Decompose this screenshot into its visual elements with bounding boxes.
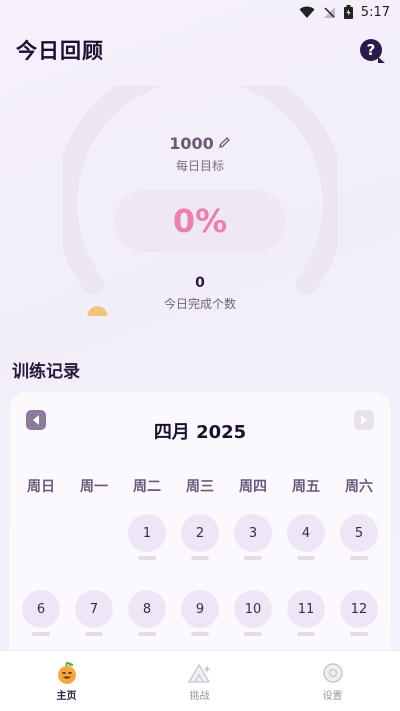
nav-settings[interactable]: 设置 [266,651,399,711]
status-bar: 5:17 [0,0,400,24]
nav-challenge[interactable]: 挑战 [133,651,266,711]
gear-icon [322,663,343,683]
weekday-thu: 周四 [239,479,267,495]
question-icon: ? [366,41,376,59]
completed-count: 0 [195,275,205,291]
calendar-day[interactable]: 9 [181,590,219,628]
wifi-icon [299,6,315,19]
weekday-wed: 周三 [186,479,214,495]
calendar-day[interactable]: 3 [234,514,272,552]
percent-value: 0% [172,202,228,240]
calendar-day[interactable]: 8 [128,590,166,628]
goal-label: 每日目标 [175,159,224,173]
calendar-day[interactable]: 10 [234,590,272,628]
day-indicator [244,556,262,560]
calendar-day[interactable]: 12 [340,590,378,628]
status-time: 5:17 [360,4,390,20]
completed-label: 今日完成个数 [163,297,236,311]
edit-pencil-icon[interactable] [218,134,231,153]
nav-settings-label: 设置 [322,691,343,702]
day-indicator [85,632,103,636]
nav-challenge-label: 挑战 [189,691,210,702]
weekday-mon: 周一 [80,479,108,495]
calendar-day[interactable]: 1 [128,514,166,552]
header: 今日回顾 ? [0,30,400,70]
calendar-day[interactable]: 5 [340,514,378,552]
weekday-sat: 周六 [345,479,373,495]
weekday-sun: 周日 [27,479,55,495]
smiley-fruit-icon [57,662,76,684]
next-month-button[interactable] [354,410,374,430]
goal-value: 1000 [169,134,214,153]
calendar-day[interactable]: 2 [181,514,219,552]
day-indicator [138,632,156,636]
day-indicator [32,632,50,636]
daily-goal[interactable]: 1000 [0,134,400,153]
day-indicator [297,556,315,560]
nav-home[interactable]: 主页 [0,651,133,711]
training-record-title: 训练记录 [12,362,80,382]
calendar-month: 四月 2025 [153,422,247,443]
day-indicator [350,556,368,560]
help-button[interactable]: ? [360,39,385,63]
weekday-tue: 周二 [133,479,161,495]
day-indicator [350,632,368,636]
calendar-day[interactable]: 11 [287,590,325,628]
challenge-icon [187,663,211,683]
calendar-day[interactable]: 6 [22,590,60,628]
day-indicator [191,632,209,636]
day-indicator [297,632,315,636]
battery-icon [343,5,353,19]
chevron-right-icon [361,415,367,425]
weekday-fri: 周五 [292,479,320,495]
no-signal-icon [323,6,336,19]
percent-display: 0% [114,190,286,252]
day-indicator [244,632,262,636]
nav-home-label: 主页 [56,691,77,702]
page-title: 今日回顾 [16,39,104,63]
day-indicator [191,556,209,560]
bottom-nav: 主页 挑战 设置 [0,650,400,711]
gauge-track [62,86,338,295]
day-indicator [138,556,156,560]
calendar-card: 四月 2025 周日 周一 周二 周三 周四 周五 周六 1 2 3 4 5 6… [10,392,390,682]
calendar-day[interactable]: 4 [287,514,325,552]
calendar-day[interactable]: 7 [75,590,113,628]
